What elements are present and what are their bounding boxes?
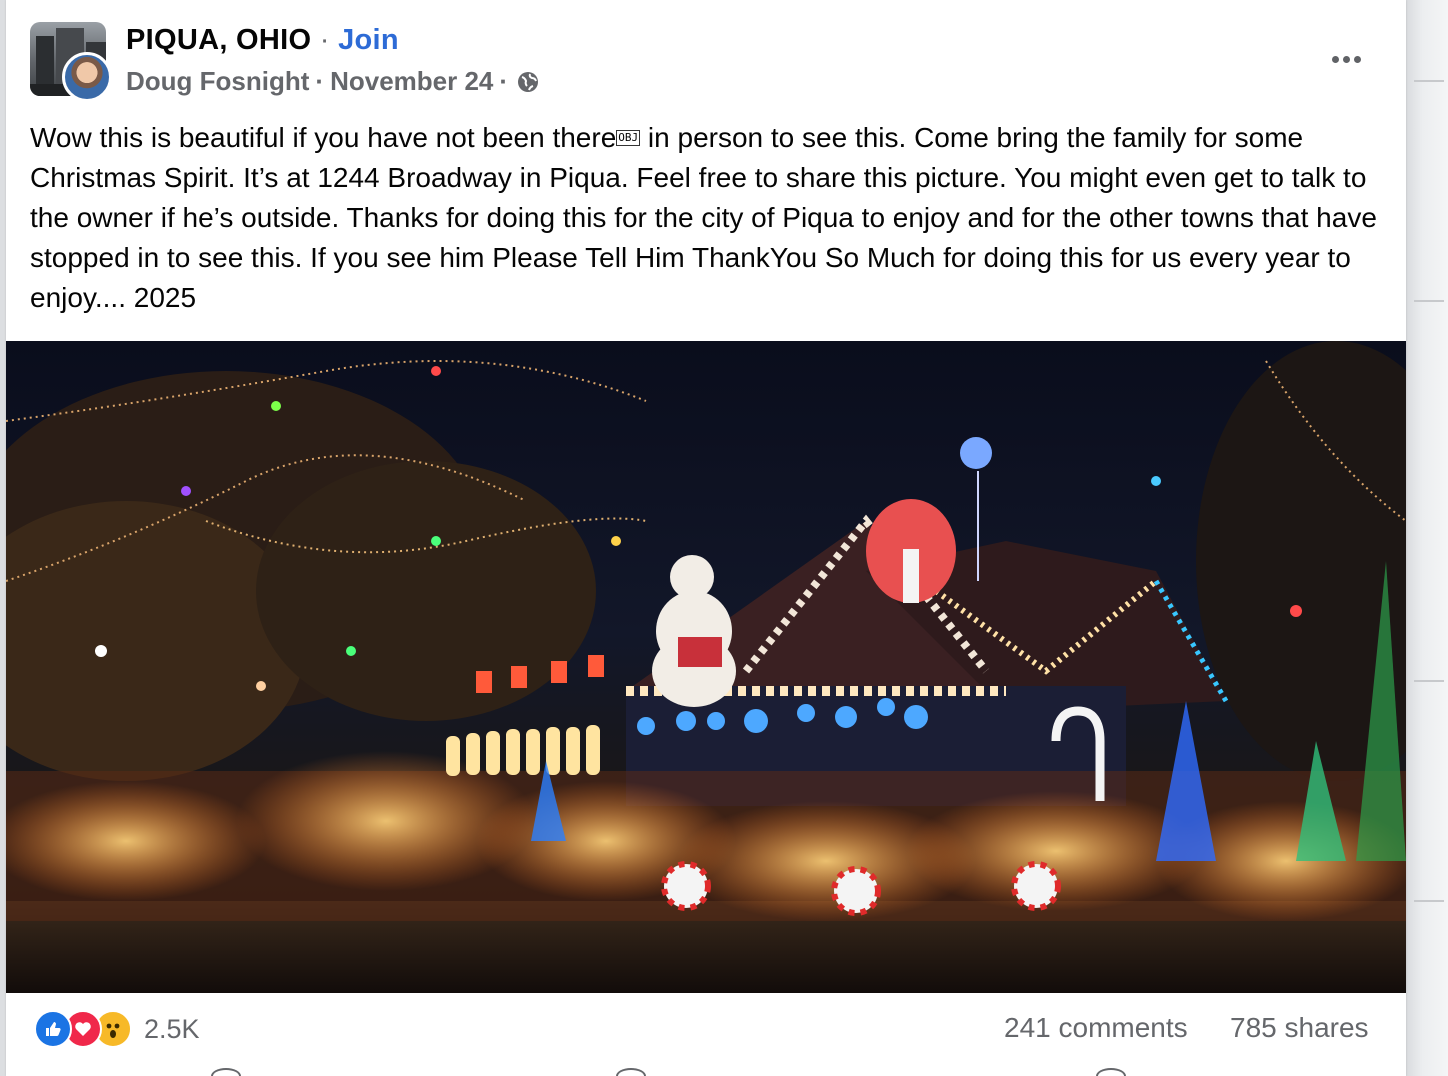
post-body: Wow this is beautiful if you have not be… — [30, 122, 1377, 313]
group-header: PIQUA, OHIO · Join — [126, 24, 399, 57]
christmas-lights-house-image — [6, 341, 1406, 993]
shares-count-link[interactable]: 785 shares — [1230, 1012, 1369, 1044]
more-horizontal-icon — [1331, 55, 1339, 63]
feed-post: PIQUA, OHIO · Join Doug Fosnight · Novem… — [6, 0, 1406, 1076]
globe-icon[interactable] — [516, 70, 540, 94]
share-action-icon[interactable] — [1096, 1068, 1126, 1076]
post-meta: Doug Fosnight · November 24 · — [126, 66, 540, 97]
page-backdrop-right — [1406, 0, 1448, 1076]
more-options-button[interactable] — [1324, 44, 1368, 74]
comments-count-link[interactable]: 241 comments — [1004, 1012, 1188, 1044]
like-icon — [34, 1010, 72, 1048]
comment-action-icon[interactable] — [616, 1068, 646, 1076]
author-name-link[interactable]: Doug Fosnight — [126, 66, 309, 97]
post-date-link[interactable]: November 24 — [330, 66, 493, 97]
author-avatar[interactable] — [62, 52, 112, 102]
separator: · — [315, 66, 325, 96]
reaction-count[interactable]: 2.5K — [144, 1014, 200, 1045]
post-photo[interactable] — [6, 341, 1406, 993]
separator: · — [319, 24, 330, 56]
reactions-summary[interactable]: 2.5K — [34, 1010, 200, 1048]
group-name-link[interactable]: PIQUA, OHIO — [126, 24, 311, 56]
like-action-icon[interactable] — [211, 1068, 241, 1076]
separator: · — [499, 66, 509, 96]
object-replacement-glyph: OBJ — [616, 129, 641, 146]
join-link[interactable]: Join — [338, 24, 399, 56]
